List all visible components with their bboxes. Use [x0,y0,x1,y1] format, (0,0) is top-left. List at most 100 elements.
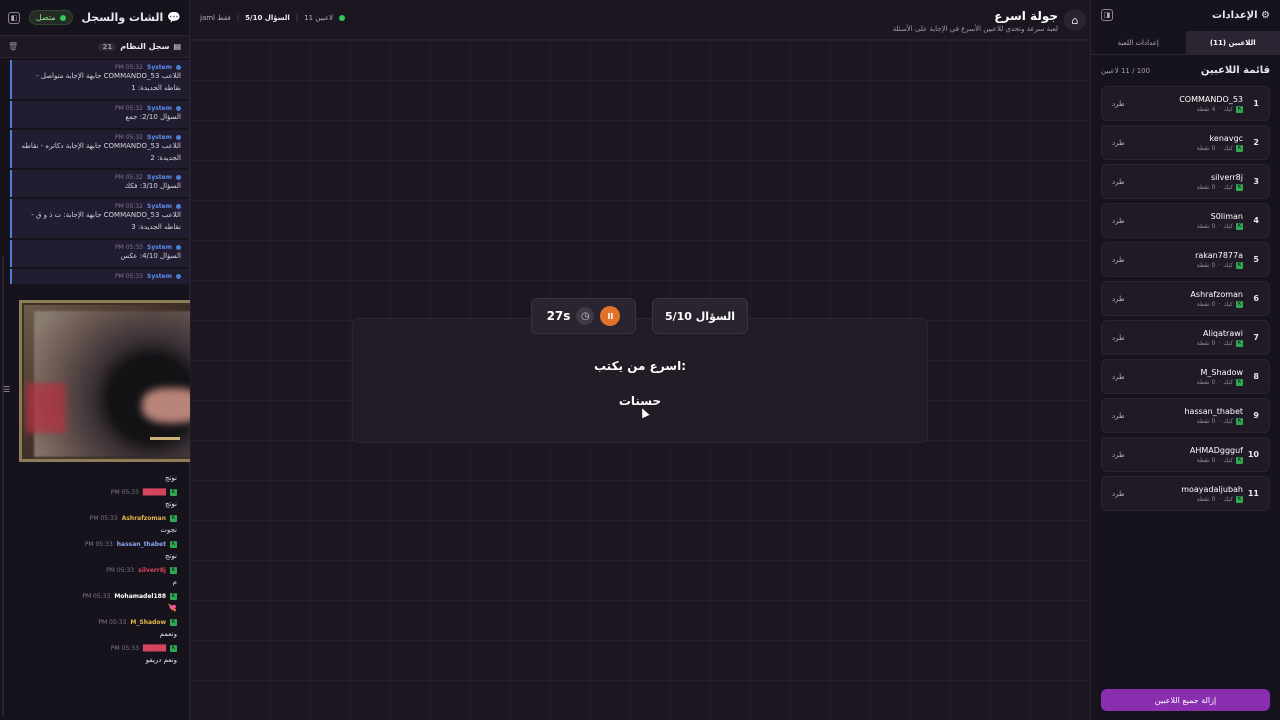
kick-button[interactable]: طرد [1112,139,1125,147]
chat-title: الشات والسجل 💬 [81,11,181,24]
player-name: COMMANDO_53 [1179,94,1243,104]
time: PM 05:33 [110,645,139,652]
kick-button[interactable]: طرد [1112,451,1125,459]
sender: System [147,244,172,252]
top-bar: jaml فقط | السؤال 5/10 | 11 لاعبين جولة … [190,0,1090,40]
settings-panel: ◨ الإعدادات ⚙ إعدادات اللعبة اللاعبين (1… [1090,0,1280,720]
username[interactable]: █████ [143,645,166,652]
message-text: ونعمم [159,630,177,638]
target-word: حسنات [618,394,662,408]
kick-icon: K [1236,261,1243,269]
home-icon[interactable]: ⌂ [1064,9,1086,31]
time: PM 05:33 [89,515,118,522]
username[interactable]: █████ [143,489,166,496]
time: PM 05:33 [110,489,139,496]
username[interactable]: M_Shadow [130,619,166,626]
tab-players[interactable]: اللاعبين (11) [1185,31,1280,54]
log-count: 21 [98,42,117,51]
kick-button[interactable]: طرد [1112,412,1125,420]
player-platform: كيك [1223,105,1233,113]
system-log-header[interactable]: 🗑 21 سجل النظام ▤ [0,36,189,58]
tab-game-settings[interactable]: إعدادات اللعبة [1091,31,1186,54]
kick-button[interactable]: طرد [1112,217,1125,225]
side-menu-icon[interactable]: ☰ [3,385,10,394]
page-subtitle: لعبة سرعة وتحدي للاعبين الأسرع في الإجاب… [892,25,1058,33]
players-list-title: قائمة اللاعبين [1200,65,1270,76]
online-dot-icon [59,14,66,21]
kick-icon: K [1236,495,1243,503]
message-text: السؤال 2/10: جمع [125,112,181,121]
chat-bubble-icon: 💬 [167,11,181,24]
message-text: ونعم دريفو [145,656,177,664]
clock-icon: ◷ [576,307,595,325]
players-list-header: قائمة اللاعبين 100 / 11 لاعبين [1091,55,1280,82]
sender: System [147,203,172,211]
player-row: 4 S0liman K كيك · 0 نقطة طرد [1101,203,1270,238]
player-points: 0 نقطة [1196,183,1216,191]
trash-icon[interactable]: 🗑 [8,42,18,51]
system-dot-icon [176,65,181,70]
kick-button[interactable]: طرد [1112,490,1125,498]
player-row: 11 moayadaljubah K كيك · 0 نقطة طرد [1101,476,1270,511]
username[interactable]: Ashrafzoman [122,515,166,522]
kick-button[interactable]: طرد [1112,334,1125,342]
username[interactable]: Mohamadel188 [114,593,166,600]
remove-all-players-button[interactable]: إزالة جميع اللاعبين [1101,689,1270,711]
message-text: السؤال 4/10: عكس [120,252,182,261]
collapse-panel-icon[interactable]: ◧ [8,11,20,24]
collapse-panel-icon[interactable]: ◨ [1101,9,1113,21]
kick-icon: K [1236,456,1243,464]
time: PM 05:32 [115,174,143,182]
kick-icon: K [1236,144,1243,152]
player-row: 3 silverr8j K كيك · 0 نقطة طرد [1101,164,1270,199]
kick-icon: K [1236,105,1243,113]
player-platform: كيك [1223,261,1233,269]
page-title: جولة اسرع [994,9,1058,23]
kick-button[interactable]: طرد [1112,256,1125,264]
player-name: silverr8j [1210,172,1243,182]
system-message: System PM 05:33 السؤال 4/10: عكس [10,240,189,268]
system-message: System PM 05:32 اللاعب COMMANDO_53 جابهة … [10,129,189,169]
player-rank: 4 [1253,216,1259,225]
player-rank: 3 [1253,177,1259,186]
time: PM 05:33 [115,273,143,281]
kick-icon: K [1236,300,1243,308]
system-dot-icon [176,245,181,251]
chat-scrollbar[interactable] [2,256,4,716]
player-platform: كيك [1223,417,1233,425]
system-dot-icon [176,134,181,140]
system-message: System PM 05:32 اللاعب COMMANDO_53 جابهة … [10,199,189,239]
player-rank: 11 [1247,489,1259,498]
kick-button[interactable]: طرد [1112,295,1125,303]
time: PM 05:33 [115,244,143,252]
username[interactable]: hassan_thabet [117,541,166,548]
kick-button[interactable]: طرد [1112,373,1125,381]
chat-message: نوتج [10,474,181,482]
kick-button[interactable]: طرد [1112,178,1125,186]
sender: System [147,104,172,112]
player-row: 8 M_Shadow K كيك · 0 نقطة طرد [1101,359,1270,394]
username[interactable]: silverr8j [138,567,166,574]
kick-icon: K [1236,222,1243,230]
settings-header: ◨ الإعدادات ⚙ [1091,0,1280,30]
player-row: 9 hassan_thabet K كيك · 0 نقطة طرد [1101,398,1270,433]
message-text: اللاعب COMMANDO_53 جابهة الإجابة متواصل … [36,72,181,92]
pause-button[interactable]: II [600,306,621,326]
kick-icon: K [170,593,177,600]
kick-icon: K [170,645,177,652]
chat-message: K █████ PM 05:33 نوتج [10,489,181,508]
kick-button[interactable]: طرد [1112,100,1125,108]
message-text: 💘 [168,604,177,612]
player-rank: 1 [1253,99,1259,108]
player-points: 0 نقطة [1196,300,1216,308]
player-points: 0 نقطة [1196,261,1216,269]
player-name: rakan7877a [1195,250,1243,260]
game-stage: اسرع من يكتب: حسنات 27s ◷ II السؤال 5/10 [190,40,1090,720]
player-row: 10 AHMADggguf K كيك · 0 نقطة طرد [1101,437,1270,472]
player-row: 2 kenavgc K كيك · 0 نقطة طرد [1101,125,1270,160]
kick-icon: K [1236,378,1243,386]
kick-icon: K [170,619,177,626]
player-row: 1 COMMANDO_53 K كيك · 4 نقطة طرد [1101,86,1270,121]
chat-message: Khassan_thabet PM 05:33 نوتج [10,541,181,560]
player-points: 0 نقطة [1196,144,1216,152]
